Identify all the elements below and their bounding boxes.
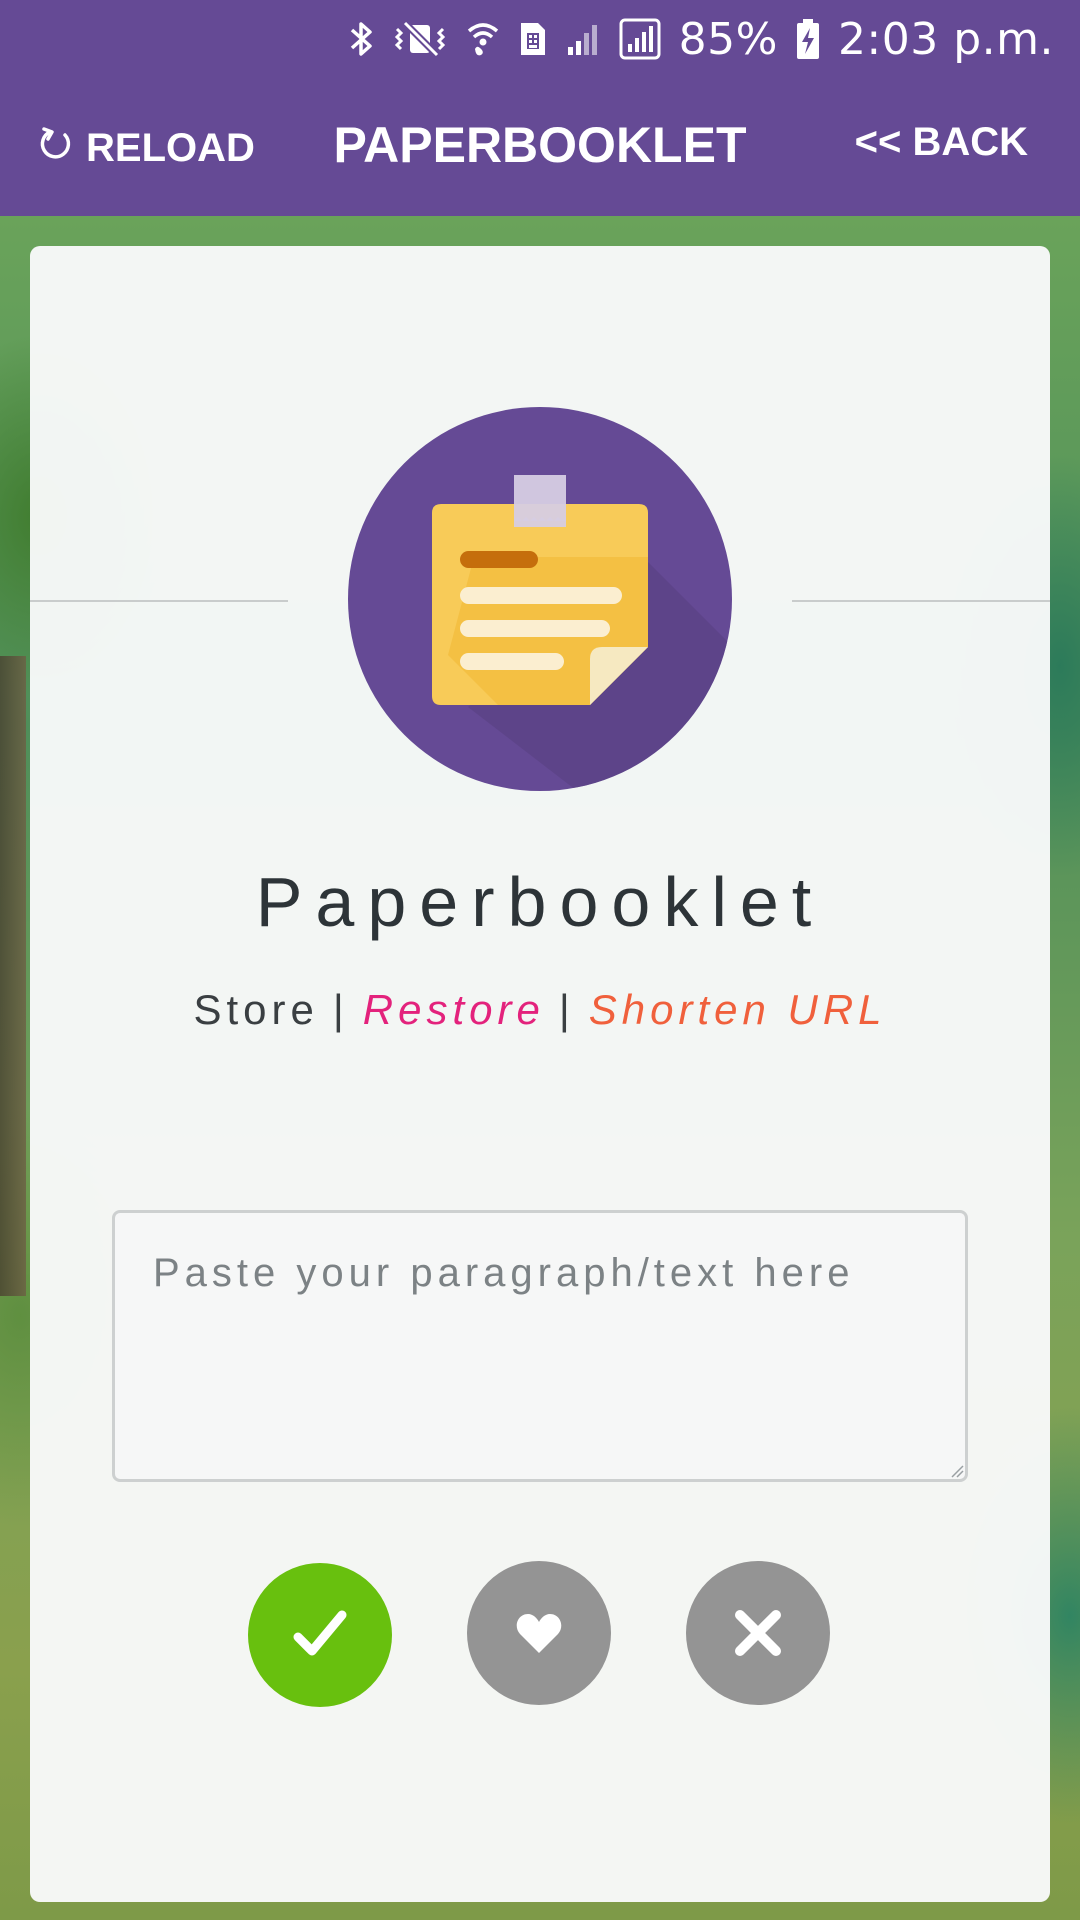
tree-trunk [0,656,26,1296]
favorite-button[interactable] [467,1561,611,1705]
app-logo [348,407,732,791]
clock: 2:03 p.m. [837,13,1054,65]
reload-icon [38,123,74,173]
vibrate-mute-icon [393,19,447,59]
divider-right [792,600,1050,602]
checkmark-icon [293,1610,347,1656]
separator: | [558,986,575,1033]
divider-left [30,600,288,602]
bluetooth-icon [349,19,375,59]
resize-grip-icon[interactable] [950,1464,964,1478]
battery-charging-icon [796,18,820,60]
mode-links: Store | Restore | Shorten URL [30,986,1050,1034]
brand-name: Paperbooklet [255,863,825,941]
back-button[interactable]: << BACK [855,120,1028,165]
main-card: Paperbooklet Store | Restore | Shorten URL [30,246,1050,1902]
status-bar: 85% 2:03 p.m. [0,0,1080,78]
sticky-note-icon [432,475,732,791]
separator: | [332,986,349,1033]
store-link[interactable]: Store [193,986,318,1033]
shorten-url-link[interactable]: Shorten URL [589,986,887,1033]
restore-link[interactable]: Restore [363,986,545,1033]
reload-button[interactable]: RELOAD [38,118,255,178]
submit-button[interactable] [248,1563,392,1707]
battery-percent: 85% [678,13,778,65]
text-input[interactable] [112,1210,968,1482]
heart-icon [516,1614,562,1653]
wifi-calling-icon [465,19,501,59]
reload-label: RELOAD [86,125,255,170]
clear-button[interactable] [686,1561,830,1705]
close-icon [735,1610,781,1656]
signal-icon [565,19,601,59]
sim-card-icon [519,19,547,59]
signal-boxed-icon [619,18,661,60]
app-bar: RELOAD PAPERBOOKLET << BACK [0,78,1080,216]
